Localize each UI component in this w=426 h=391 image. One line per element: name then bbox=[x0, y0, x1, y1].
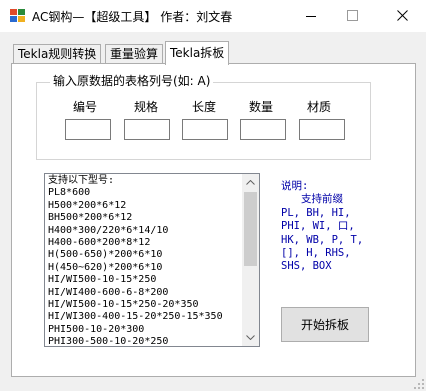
note-subheading: 支持前缀 bbox=[301, 193, 343, 206]
start-split-button[interactable]: 开始拆板 bbox=[281, 307, 369, 342]
number-column-input[interactable] bbox=[65, 119, 111, 140]
tab-tekla-split-plate[interactable]: Tekla拆板 bbox=[165, 41, 230, 65]
scroll-down-button[interactable] bbox=[242, 329, 259, 346]
column-label-material: 材质 bbox=[306, 100, 331, 114]
minimize-icon bbox=[306, 16, 316, 17]
prefix-note: 说明: 支持前缀 PL, BH, HI, PHI, WI, 口, HK, WB,… bbox=[281, 180, 391, 274]
material-column-input[interactable] bbox=[299, 119, 345, 140]
scrollbar-thumb[interactable] bbox=[244, 192, 257, 266]
column-label-quantity: 数量 bbox=[248, 100, 273, 114]
app-icon bbox=[10, 9, 26, 23]
group-title: 输入原数据的表格列号(如: A) bbox=[50, 72, 214, 89]
quantity-column-input[interactable] bbox=[240, 119, 286, 140]
supported-types-textbox[interactable]: 支持以下型号: PL8*600 H500*200*6*12 BH500*200*… bbox=[44, 173, 260, 347]
column-label-number: 编号 bbox=[72, 100, 97, 114]
note-heading: 说明: bbox=[281, 180, 309, 192]
scroll-down-icon bbox=[246, 335, 255, 340]
scroll-up-button[interactable] bbox=[242, 174, 259, 191]
close-button[interactable] bbox=[380, 0, 426, 32]
supported-types-text: 支持以下型号: PL8*600 H500*200*6*12 BH500*200*… bbox=[48, 175, 223, 347]
maximize-icon bbox=[347, 10, 358, 21]
vertical-scrollbar[interactable] bbox=[242, 174, 259, 346]
title-bar[interactable]: AC钢构—【超级工具】 作者：刘文春 bbox=[0, 0, 426, 32]
note-body: PL, BH, HI, PHI, WI, 口, HK, WB, P, T, []… bbox=[281, 206, 364, 273]
app-window: AC钢构—【超级工具】 作者：刘文春 Tekla规则转换 重量验算 Tekla拆… bbox=[0, 0, 426, 391]
column-label-spec: 规格 bbox=[133, 100, 158, 114]
tab-weight-check[interactable]: 重量验算 bbox=[105, 44, 164, 64]
minimize-button[interactable] bbox=[288, 0, 334, 32]
maximize-button[interactable] bbox=[334, 0, 380, 32]
tab-tekla-rule-convert[interactable]: Tekla规则转换 bbox=[13, 44, 102, 64]
length-column-input[interactable] bbox=[182, 119, 228, 140]
scroll-up-icon bbox=[246, 180, 255, 185]
window-title: AC钢构—【超级工具】 作者：刘文春 bbox=[32, 10, 233, 24]
close-icon bbox=[397, 10, 408, 21]
resize-grip-icon[interactable] bbox=[414, 379, 424, 389]
column-label-length: 长度 bbox=[191, 100, 216, 114]
spec-column-input[interactable] bbox=[124, 119, 170, 140]
